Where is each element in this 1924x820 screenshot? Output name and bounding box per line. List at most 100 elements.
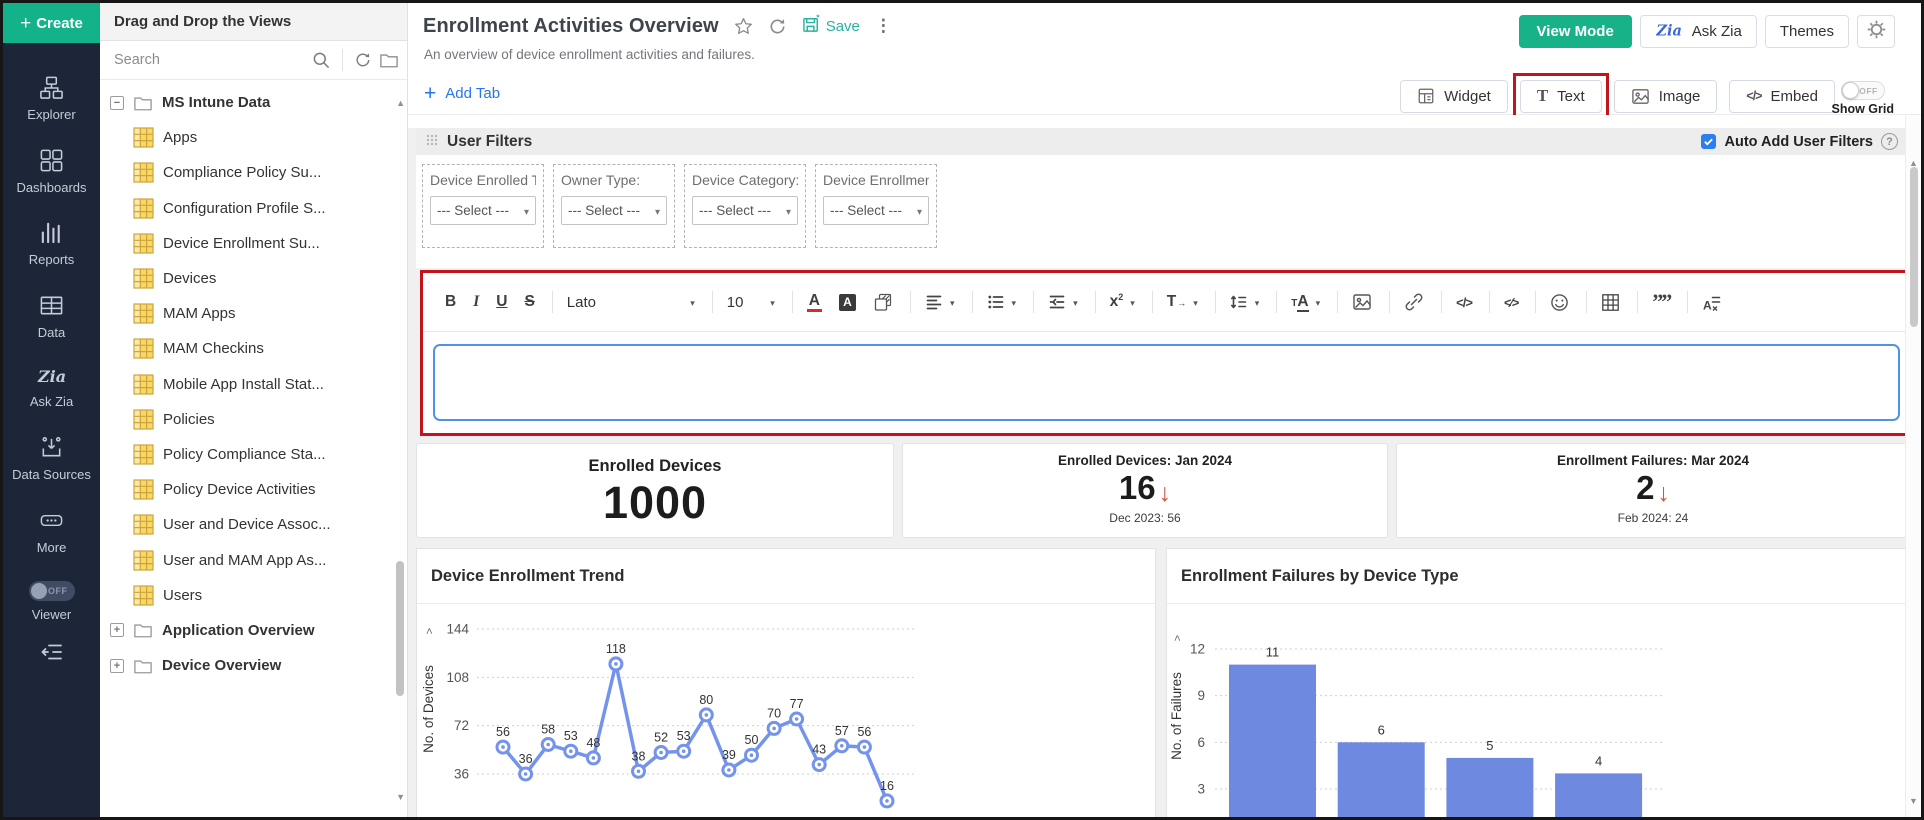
tree-table-item[interactable]: Device Enrollment Su... (100, 226, 395, 261)
sidebar-item-more[interactable]: More (3, 508, 100, 556)
text-direction-button[interactable]: T→ (1167, 293, 1198, 311)
insert-table-button[interactable] (1601, 293, 1620, 312)
bar-chart-widget[interactable]: Enrollment Failures by Device Type 3 6 9 12… (1166, 548, 1910, 817)
more-options-icon[interactable] (875, 16, 892, 36)
user-filter[interactable]: Owner Type: --- Select --- (553, 164, 675, 248)
line-chart-widget[interactable]: Device Enrollment Trend 36 72 108 144 No. of… (416, 548, 1156, 817)
filter-select[interactable]: --- Select --- (561, 196, 667, 225)
line-chart: 36 72 108 144 No. of Devices >56 36 58 53 48 118 38… (417, 604, 1155, 817)
tree-table-item[interactable]: Configuration Profile S... (100, 191, 395, 226)
collapse-node-icon[interactable]: − (110, 95, 124, 110)
view-mode-button[interactable]: View Mode (1518, 15, 1632, 48)
viewer-toggle[interactable]: OFF (28, 581, 75, 602)
user-filter[interactable]: Device Enrollment... --- Select --- (815, 164, 937, 248)
ask-zia-button[interactable]: Zia Ask Zia (1639, 15, 1757, 48)
filter-label: Owner Type: (561, 172, 641, 188)
sidebar-item-reports[interactable]: Reports (3, 220, 100, 268)
expand-node-icon[interactable]: + (110, 658, 124, 673)
sidebar-item-data-sources[interactable]: Data Sources (3, 435, 100, 483)
kpi-widget[interactable]: Enrolled Devices 1000 (416, 443, 894, 538)
user-filter[interactable]: Device Enrolled Ti... --- Select --- (422, 164, 544, 248)
create-button[interactable]: Create (3, 3, 100, 43)
italic-button[interactable]: I (473, 293, 479, 311)
code-view-button[interactable]: </> (1456, 295, 1473, 310)
scroll-down-arrow[interactable] (1906, 791, 1921, 809)
auto-add-user-filters-checkbox[interactable] (1701, 134, 1717, 149)
folder-view-icon[interactable] (379, 51, 399, 69)
tree-table-item[interactable]: Policies (100, 402, 395, 437)
font-size-button[interactable]: 10 (727, 293, 775, 311)
strikethrough-button[interactable]: S (524, 293, 534, 311)
embed-snippet-button[interactable]: <∕> (1504, 295, 1519, 310)
superscript-button[interactable]: x2 (1110, 292, 1135, 311)
data-label: 52 (654, 731, 668, 745)
highlight-color-button[interactable]: A (839, 293, 856, 311)
insert-image-button[interactable]: Image (1613, 79, 1718, 113)
line-spacing-button[interactable] (1230, 293, 1260, 311)
tree-folder[interactable]: − MS Intune Data (100, 85, 395, 120)
format-painter-button[interactable] (873, 292, 893, 312)
settings-button[interactable] (1857, 15, 1895, 48)
help-icon[interactable]: ? (1881, 133, 1898, 150)
bold-button[interactable]: B (445, 293, 456, 311)
clear-format-button[interactable]: A (1702, 293, 1722, 312)
insert-widget-button[interactable]: Widget (1400, 79, 1508, 113)
drag-handle-icon[interactable] (426, 133, 438, 151)
sidebar-item-dashboards[interactable]: Dashboards (3, 148, 100, 196)
favorite-star-icon[interactable] (734, 17, 753, 36)
font-family-button[interactable]: Lato (567, 293, 695, 311)
filter-select[interactable]: --- Select --- (430, 196, 536, 225)
blockquote-button[interactable]: ”” (1652, 291, 1672, 313)
tree-table-item[interactable]: User and Device Assoc... (100, 507, 395, 542)
tree-table-item[interactable]: MAM Apps (100, 296, 395, 331)
sidebar-item-ask-zia[interactable]: Zia Ask Zia (3, 365, 100, 410)
underline-button[interactable]: U (496, 293, 507, 311)
insert-embed-button[interactable]: </> Embed (1729, 79, 1835, 113)
kpi-widget[interactable]: Enrolled Devices: Jan 2024 16 ↓ Dec 2023: 5… (902, 443, 1388, 538)
text-editor-input[interactable] (433, 344, 1900, 421)
add-tab-button[interactable]: Add Tab (424, 83, 500, 104)
tree-table-item[interactable]: Mobile App Install Stat... (100, 367, 395, 402)
expand-node-icon[interactable]: + (110, 623, 124, 638)
tree-table-item[interactable]: MAM Checkins (100, 331, 395, 366)
divider (1033, 291, 1035, 313)
insert-text-button[interactable]: T Text (1519, 79, 1602, 113)
font-color-button[interactable]: A (806, 292, 822, 313)
search-input[interactable] (114, 52, 305, 68)
insert-link-button[interactable] (1404, 292, 1424, 312)
sidebar-item-explorer[interactable]: Explorer (3, 75, 100, 123)
tree-table-item[interactable]: Devices (100, 261, 395, 296)
sidebar-item-data[interactable]: Data (3, 293, 100, 341)
user-filter[interactable]: Device Category: --- Select --- (684, 164, 806, 248)
filter-select[interactable]: --- Select --- (692, 196, 798, 225)
kpi-widget[interactable]: Enrollment Failures: Mar 2024 2 ↓ Feb 2024:… (1396, 443, 1910, 538)
save-button[interactable]: * Save (802, 13, 860, 38)
scroll-up-arrow[interactable] (396, 93, 405, 111)
user-filters-widget[interactable]: User Filters Auto Add User Filters ? Dev… (416, 128, 1910, 268)
tree-folder[interactable]: + Device Overview (100, 648, 395, 683)
emoji-button[interactable] (1550, 293, 1569, 312)
align-button[interactable] (925, 293, 955, 311)
collapse-sidebar-icon[interactable] (3, 639, 100, 663)
tree-table-item[interactable]: Policy Device Activities (100, 472, 395, 507)
canvas-scrollbar-thumb[interactable] (1910, 167, 1918, 327)
themes-button[interactable]: Themes (1764, 15, 1849, 48)
scroll-down-arrow[interactable] (396, 787, 405, 805)
tree-table-item[interactable]: Users (100, 578, 395, 613)
insert-image-button[interactable] (1352, 292, 1372, 312)
tree-table-item[interactable]: User and MAM App As... (100, 542, 395, 577)
text-case-button[interactable]: TA (1291, 293, 1320, 312)
outdent-button[interactable] (1048, 293, 1078, 311)
tree-table-label: Policies (163, 410, 215, 428)
filter-select[interactable]: --- Select --- (823, 196, 929, 225)
reload-icon[interactable] (354, 51, 372, 69)
panel-scrollbar-thumb[interactable] (396, 561, 404, 696)
show-grid-toggle[interactable]: OFF (1840, 81, 1885, 100)
tree-table-item[interactable]: Compliance Policy Su... (100, 155, 395, 190)
tree-table-item[interactable]: Apps (100, 120, 395, 155)
list-button[interactable] (987, 293, 1017, 311)
data-sources-icon (39, 435, 64, 460)
refresh-icon[interactable] (768, 17, 787, 36)
tree-folder[interactable]: + Application Overview (100, 613, 395, 648)
tree-table-item[interactable]: Policy Compliance Sta... (100, 437, 395, 472)
